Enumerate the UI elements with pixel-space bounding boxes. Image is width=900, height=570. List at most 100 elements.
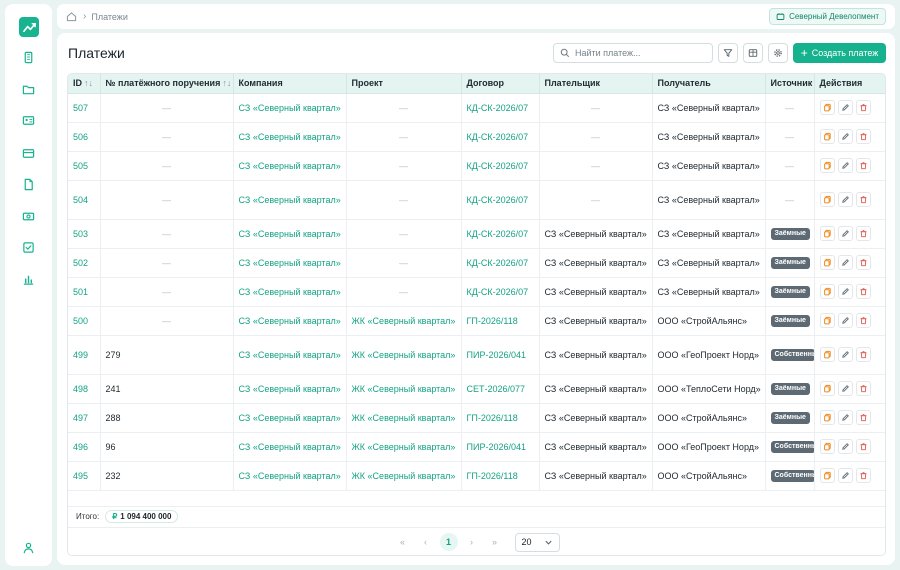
column-header-contract[interactable]: Договор	[461, 74, 540, 94]
edit-icon[interactable]	[837, 410, 853, 425]
cell-contract[interactable]: КД-СК-2026/07	[461, 248, 540, 278]
cell-id[interactable]: 505	[68, 151, 101, 181]
cell-company[interactable]: СЗ «Северный квартал»	[233, 93, 347, 123]
delete-icon[interactable]	[855, 284, 871, 299]
bar-chart-icon[interactable]	[20, 271, 37, 288]
column-header-source[interactable]: Источник	[765, 74, 815, 94]
edit-icon[interactable]	[837, 468, 853, 483]
copy-icon[interactable]	[819, 468, 835, 483]
delete-icon[interactable]	[855, 255, 871, 270]
copy-icon[interactable]	[819, 347, 835, 362]
cell-company[interactable]: СЗ «Северный квартал»	[233, 180, 347, 220]
edit-icon[interactable]	[837, 439, 853, 454]
first-page-button[interactable]: «	[394, 533, 412, 551]
cell-project[interactable]: ЖК «Северный квартал»	[346, 432, 462, 462]
cell-company[interactable]: СЗ «Северный квартал»	[233, 374, 347, 404]
id-card-icon[interactable]	[20, 112, 37, 129]
cell-company[interactable]: СЗ «Северный квартал»	[233, 277, 347, 307]
delete-icon[interactable]	[855, 100, 871, 115]
copy-icon[interactable]	[819, 255, 835, 270]
page-number-current[interactable]: 1	[439, 533, 458, 551]
cell-contract[interactable]: СЕТ-2026/077	[461, 374, 540, 404]
cell-company[interactable]: СЗ «Северный квартал»	[233, 248, 347, 278]
table-row[interactable]: 496 96 СЗ «Северный квартал» ЖК «Северный к…	[68, 432, 885, 462]
cell-company[interactable]: СЗ «Северный квартал»	[233, 403, 347, 433]
table-row[interactable]: 504— СЗ «Северный квартал» — КД-СК-2026/07—…	[68, 180, 885, 220]
credit-card-icon[interactable]	[20, 145, 37, 162]
cell-id[interactable]: 499	[68, 335, 101, 375]
cell-company[interactable]: СЗ «Северный квартал»	[233, 306, 347, 336]
copy-icon[interactable]	[819, 410, 835, 425]
cell-contract[interactable]: ПИР-2026/041	[461, 432, 540, 462]
cell-contract[interactable]: КД-СК-2026/07	[461, 277, 540, 307]
copy-icon[interactable]	[819, 158, 835, 173]
delete-icon[interactable]	[855, 468, 871, 483]
copy-icon[interactable]	[819, 313, 835, 328]
copy-icon[interactable]	[819, 284, 835, 299]
folder-icon[interactable]	[20, 81, 37, 98]
delete-icon[interactable]	[855, 158, 871, 173]
table-row[interactable]: 497 288 СЗ «Северный квартал» ЖК «Северный …	[68, 403, 885, 433]
edit-icon[interactable]	[837, 226, 853, 241]
cell-id[interactable]: 498	[68, 374, 101, 404]
search-box[interactable]	[553, 43, 713, 63]
columns-button[interactable]	[743, 43, 763, 63]
table-row[interactable]: 501— СЗ «Северный квартал» — КД-СК-2026/07 С…	[68, 277, 885, 307]
cell-contract[interactable]: КД-СК-2026/07	[461, 151, 540, 181]
edit-icon[interactable]	[837, 255, 853, 270]
edit-icon[interactable]	[837, 347, 853, 362]
cell-id[interactable]: 503	[68, 219, 101, 249]
filter-button[interactable]	[718, 43, 738, 63]
cell-company[interactable]: СЗ «Северный квартал»	[233, 219, 347, 249]
edit-icon[interactable]	[837, 158, 853, 173]
cell-id[interactable]: 497	[68, 403, 101, 433]
home-icon[interactable]	[66, 11, 78, 23]
table-row[interactable]: 503— СЗ «Северный квартал» — КД-СК-2026/07 С…	[68, 219, 885, 249]
checklist-icon[interactable]	[20, 239, 37, 256]
delete-icon[interactable]	[855, 347, 871, 362]
cell-id[interactable]: 501	[68, 277, 101, 307]
cell-company[interactable]: СЗ «Северный квартал»	[233, 335, 347, 375]
next-page-button[interactable]: ›	[463, 533, 481, 551]
column-header-receiver[interactable]: Получатель	[652, 74, 766, 94]
cell-contract[interactable]: КД-СК-2026/07	[461, 180, 540, 220]
edit-icon[interactable]	[837, 129, 853, 144]
sort-icon[interactable]: ↑↓	[222, 78, 231, 88]
column-header-project[interactable]: Проект	[346, 74, 462, 94]
cell-company[interactable]: СЗ «Северный квартал»	[233, 151, 347, 181]
delete-icon[interactable]	[855, 381, 871, 396]
cell-contract[interactable]: ПИР-2026/041	[461, 335, 540, 375]
delete-icon[interactable]	[855, 410, 871, 425]
search-input[interactable]	[575, 48, 705, 58]
table-row[interactable]: 499 279 СЗ «Северный квартал» ЖК «Северный …	[68, 335, 885, 375]
cell-id[interactable]: 496	[68, 432, 101, 462]
cell-contract[interactable]: ГП-2026/118	[461, 461, 540, 491]
copy-icon[interactable]	[819, 226, 835, 241]
cell-id[interactable]: 507	[68, 93, 101, 123]
cell-contract[interactable]: ГП-2026/118	[461, 306, 540, 336]
copy-icon[interactable]	[819, 439, 835, 454]
cell-id[interactable]: 504	[68, 180, 101, 220]
cell-project[interactable]: ЖК «Северный квартал»	[346, 306, 462, 336]
column-header-id[interactable]: ID ↑↓	[68, 74, 101, 94]
cell-project[interactable]: ЖК «Северный квартал»	[346, 461, 462, 491]
delete-icon[interactable]	[855, 439, 871, 454]
cell-contract[interactable]: КД-СК-2026/07	[461, 122, 540, 152]
cell-id[interactable]: 506	[68, 122, 101, 152]
cell-contract[interactable]: КД-СК-2026/07	[461, 219, 540, 249]
cell-company[interactable]: СЗ «Северный квартал»	[233, 432, 347, 462]
table-row[interactable]: 505— СЗ «Северный квартал» — КД-СК-2026/07—…	[68, 151, 885, 181]
edit-icon[interactable]	[837, 284, 853, 299]
user-icon[interactable]	[20, 539, 37, 556]
last-page-button[interactable]: »	[486, 533, 504, 551]
per-page-select[interactable]: 20	[514, 532, 560, 552]
delete-icon[interactable]	[855, 129, 871, 144]
cell-id[interactable]: 495	[68, 461, 101, 491]
cell-contract[interactable]: КД-СК-2026/07	[461, 93, 540, 123]
table-row[interactable]: 498 241 СЗ «Северный квартал» ЖК «Северный …	[68, 374, 885, 404]
cell-id[interactable]: 502	[68, 248, 101, 278]
prev-page-button[interactable]: ‹	[417, 533, 435, 551]
banknote-icon[interactable]	[20, 208, 37, 225]
edit-icon[interactable]	[837, 100, 853, 115]
copy-icon[interactable]	[819, 129, 835, 144]
